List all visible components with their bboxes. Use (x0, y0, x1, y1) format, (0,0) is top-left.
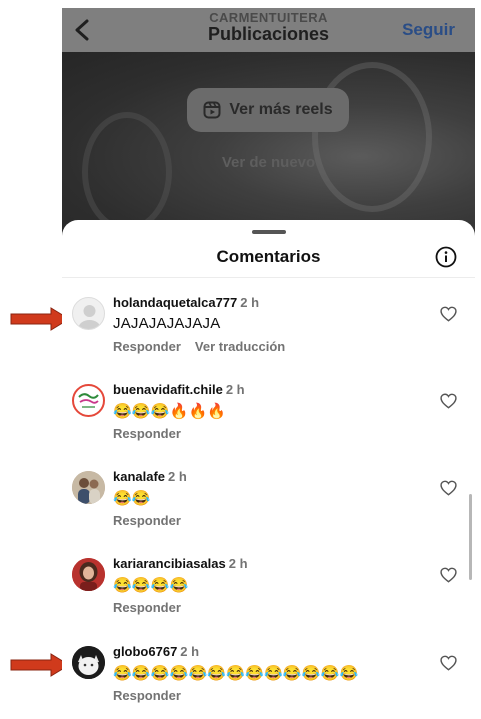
reply-button[interactable]: Responder (113, 688, 181, 703)
comment-actions: Responder (113, 513, 181, 528)
comment-text: 😂😂😂😂😂😂😂😂😂😂😂😂😂 (113, 665, 359, 682)
top-navigation-bar: CARMENTUITERA Publicaciones Seguir (62, 8, 475, 52)
user-photo-avatar-icon (72, 471, 105, 504)
comment-actions: Responder Ver traducción (113, 339, 285, 354)
comment-text: 😂😂😂🔥🔥🔥 (113, 403, 227, 420)
comment-text: JAJAJAJAJAJA (113, 315, 221, 332)
reels-icon (203, 101, 221, 119)
comment-username[interactable]: kanalafe (113, 469, 165, 484)
comment-header: kanalafe 2 h (113, 469, 187, 484)
comment-username[interactable]: buenavidafit.chile (113, 382, 223, 397)
avatar[interactable] (72, 646, 105, 679)
phone-screen: CARMENTUITERA Publicaciones Seguir Ver m… (62, 8, 475, 719)
comments-sheet: Comentarios holandaquetalca777 2 h JAJAJA… (62, 220, 475, 719)
heart-icon[interactable] (440, 306, 457, 322)
follow-button[interactable]: Seguir (402, 20, 455, 40)
reply-button[interactable]: Responder (113, 339, 181, 354)
sheet-drag-handle[interactable] (252, 230, 286, 234)
reply-button[interactable]: Responder (113, 513, 181, 528)
avatar[interactable] (72, 558, 105, 591)
comment-item: globo6767 2 h 😂😂😂😂😂😂😂😂😂😂😂😂😂 Responder (62, 644, 475, 719)
comment-text: 😂😂😂😂 (113, 577, 189, 594)
default-avatar-icon (78, 305, 101, 329)
comment-text: 😂😂 (113, 490, 151, 507)
comment-time: 2 h (225, 382, 245, 397)
comment-time: 2 h (228, 556, 248, 571)
comment-item: kariarancibiasalas 2 h 😂😂😂😂 Responder (62, 556, 475, 636)
see-translation-button[interactable]: Ver traducción (195, 339, 285, 354)
heart-icon[interactable] (440, 655, 457, 671)
reply-button[interactable]: Responder (113, 426, 181, 441)
comment-time: 2 h (180, 644, 200, 659)
comment-username[interactable]: holandaquetalca777 (113, 295, 237, 310)
user-photo-avatar-icon (72, 558, 105, 591)
comment-header: buenavidafit.chile 2 h (113, 382, 245, 397)
scrollbar[interactable] (469, 494, 472, 580)
avatar[interactable] (72, 297, 105, 330)
comment-time: 2 h (168, 469, 187, 484)
comments-title: Comentarios (216, 247, 321, 266)
info-icon[interactable] (435, 246, 457, 268)
comment-header: kariarancibiasalas 2 h (113, 556, 248, 571)
heart-icon[interactable] (440, 567, 457, 583)
comment-username[interactable]: globo6767 (113, 644, 177, 659)
reel-background-shape (82, 112, 172, 232)
brand-logo-avatar-icon (76, 388, 101, 413)
reel-preview: Ver más reels Ver de nuevo (62, 52, 475, 242)
cat-photo-avatar-icon (72, 646, 105, 679)
reply-button[interactable]: Responder (113, 600, 181, 615)
comment-header: holandaquetalca777 2 h (113, 295, 259, 310)
comment-actions: Responder (113, 688, 181, 703)
comment-item: buenavidafit.chile 2 h 😂😂😂🔥🔥🔥 Responder (62, 382, 475, 462)
avatar[interactable] (72, 384, 105, 417)
heart-icon[interactable] (440, 393, 457, 409)
avatar[interactable] (72, 471, 105, 504)
comment-actions: Responder (113, 426, 181, 441)
comment-username[interactable]: kariarancibiasalas (113, 556, 226, 571)
more-reels-button[interactable]: Ver más reels (187, 88, 349, 132)
heart-icon[interactable] (440, 480, 457, 496)
comment-item: kanalafe 2 h 😂😂 Responder (62, 469, 475, 549)
comment-item: holandaquetalca777 2 h JAJAJAJAJAJA Respo… (62, 295, 475, 375)
more-reels-label: Ver más reels (229, 101, 333, 118)
reel-background-shape (312, 62, 432, 212)
watch-again-button[interactable]: Ver de nuevo (62, 154, 475, 171)
comment-actions: Responder (113, 600, 181, 615)
divider (62, 277, 475, 278)
comment-header: globo6767 2 h (113, 644, 199, 659)
comment-time: 2 h (240, 295, 260, 310)
